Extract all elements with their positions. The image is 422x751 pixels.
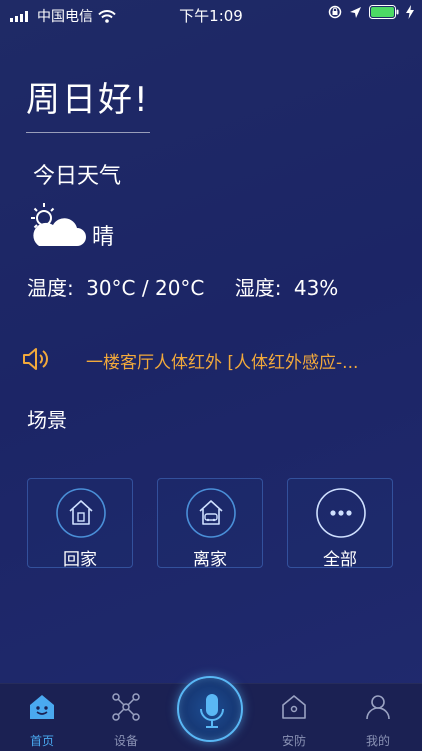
temperature-row: 温度: 30°C / 20°C 湿度: 43% [27, 272, 338, 301]
scene-card-all[interactable]: 全部 [287, 478, 393, 570]
orientation-lock-icon [328, 5, 342, 19]
scene-section-title: 场景 [27, 408, 67, 432]
weather-title: 今日天气 [33, 164, 122, 189]
tab-devices[interactable]: 设备 [84, 684, 168, 751]
microphone-icon [200, 694, 224, 728]
charging-icon [406, 5, 414, 19]
speaker-icon [23, 348, 48, 370]
devices-icon [112, 693, 140, 721]
home-face-icon [30, 695, 54, 719]
home-leave-icon [186, 488, 236, 538]
greeting-divider [26, 132, 150, 133]
home-arrive-icon [56, 488, 106, 538]
temperature-label: 温度: [27, 276, 74, 300]
scene-card-leave[interactable]: 离家 [157, 478, 263, 570]
battery-icon [369, 5, 399, 19]
scene-label: 全部 [323, 550, 357, 570]
humidity-value: 43% [293, 276, 339, 300]
scene-card-home[interactable]: 回家 [27, 478, 133, 570]
security-house-icon [282, 695, 306, 719]
notification-text: 一楼客厅人体红外 [人体红外感应-... [86, 353, 359, 373]
temperature-value: 30°C / 20°C [86, 276, 205, 300]
more-icon [316, 488, 366, 538]
tab-label: 安防 [281, 734, 306, 748]
location-arrow-icon [350, 6, 361, 18]
profile-icon [366, 695, 390, 720]
status-bar: 中国电信 下午1:09 [0, 0, 422, 28]
tab-profile[interactable]: 我的 [336, 684, 420, 751]
weather-condition: 晴 [92, 225, 115, 250]
tab-label: 设备 [113, 734, 138, 748]
scene-label: 离家 [193, 550, 227, 570]
tab-label: 我的 [365, 734, 390, 748]
scene-label: 回家 [63, 550, 97, 570]
notification-marquee[interactable]: 一楼客厅人体红外 [人体红外感应-... [22, 342, 402, 376]
tab-security[interactable]: 安防 [252, 684, 336, 751]
tab-label: 首页 [29, 734, 54, 748]
partly-cloudy-icon [31, 203, 86, 246]
voice-assistant-button[interactable] [177, 676, 243, 742]
greeting-title: 周日好! [26, 80, 150, 120]
status-right [328, 5, 414, 19]
humidity-label: 湿度: [234, 276, 282, 300]
tab-home[interactable]: 首页 [0, 684, 84, 751]
